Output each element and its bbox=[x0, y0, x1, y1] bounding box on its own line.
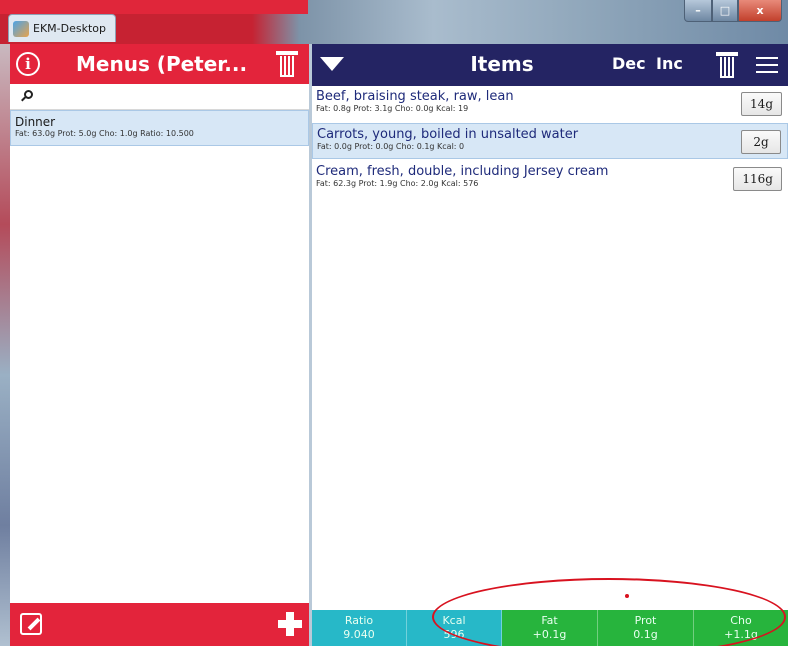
items-panel: Items Dec Inc Beef, braising steak, raw,… bbox=[312, 44, 788, 646]
maximize-button[interactable]: □ bbox=[712, 0, 738, 22]
increase-button[interactable]: Inc bbox=[656, 54, 683, 73]
window-title-tab: EKM-Desktop bbox=[8, 14, 116, 42]
stat-value: 0.1g bbox=[633, 628, 658, 641]
menu-item-detail: Fat: 63.0g Prot: 5.0g Cho: 1.0g Ratio: 1… bbox=[15, 129, 194, 138]
hamburger-icon[interactable] bbox=[756, 55, 778, 75]
delete-menu-trash-icon[interactable] bbox=[276, 51, 298, 77]
app-icon bbox=[13, 20, 29, 37]
menu-search-input[interactable] bbox=[38, 87, 298, 107]
item-quantity-button[interactable]: 14g bbox=[741, 92, 782, 116]
stat-value: +1.1g bbox=[724, 628, 758, 641]
stat-label: Kcal bbox=[442, 614, 466, 627]
item-name: Cream, fresh, double, including Jersey c… bbox=[316, 164, 609, 179]
stat-cho: Cho +1.1g bbox=[694, 610, 788, 646]
item-name: Beef, braising steak, raw, lean bbox=[316, 89, 514, 104]
window-titlebar: EKM-Desktop – □ x bbox=[0, 0, 788, 44]
item-quantity-button[interactable]: 116g bbox=[733, 167, 782, 191]
menus-title: Menus (Peter... bbox=[76, 52, 248, 76]
red-corner-decoration bbox=[0, 0, 308, 14]
close-button[interactable]: x bbox=[738, 0, 782, 22]
item-detail: Fat: 0.0g Prot: 0.0g Cho: 0.1g Kcal: 0 bbox=[317, 142, 465, 151]
stat-label: Cho bbox=[730, 614, 752, 627]
item-detail: Fat: 0.8g Prot: 3.1g Cho: 0.0g Kcal: 19 bbox=[316, 104, 469, 113]
minimize-button[interactable]: – bbox=[684, 0, 712, 22]
delete-item-trash-icon[interactable] bbox=[716, 52, 738, 78]
window-left-border bbox=[0, 44, 10, 646]
stat-ratio: Ratio 9.040 bbox=[312, 610, 407, 646]
item-row[interactable]: Cream, fresh, double, including Jersey c… bbox=[312, 161, 788, 197]
edit-icon[interactable] bbox=[20, 613, 42, 635]
item-detail: Fat: 62.3g Prot: 1.9g Cho: 2.0g Kcal: 57… bbox=[316, 179, 479, 188]
stat-label: Prot bbox=[634, 614, 657, 627]
search-icon bbox=[24, 90, 33, 99]
item-row[interactable]: Beef, braising steak, raw, lean Fat: 0.8… bbox=[312, 86, 788, 122]
menus-footer bbox=[10, 603, 309, 646]
menus-panel: i Menus (Peter... Dinner Fat: 63.0g Prot… bbox=[10, 44, 309, 646]
menus-header: i Menus (Peter... bbox=[10, 44, 309, 84]
stat-value: 596 bbox=[443, 628, 465, 641]
stat-value: +0.1g bbox=[532, 628, 567, 641]
window-title: EKM-Desktop bbox=[33, 22, 106, 35]
add-icon[interactable] bbox=[278, 612, 302, 636]
stat-prot: Prot 0.1g bbox=[598, 610, 694, 646]
annotation-dot bbox=[625, 594, 629, 598]
stat-label: Fat bbox=[541, 614, 558, 627]
decrease-button[interactable]: Dec bbox=[612, 54, 646, 73]
window-controls: – □ x bbox=[684, 0, 782, 22]
item-name: Carrots, young, boiled in unsalted water bbox=[317, 127, 579, 142]
menu-list-item[interactable]: Dinner Fat: 63.0g Prot: 5.0g Cho: 1.0g R… bbox=[10, 110, 309, 146]
menu-search-bar bbox=[10, 84, 309, 110]
stat-kcal: Kcal 596 bbox=[407, 610, 502, 646]
stat-label: Ratio bbox=[344, 614, 374, 627]
item-row[interactable]: Carrots, young, boiled in unsalted water… bbox=[312, 123, 788, 159]
nutrition-stats-bar: Ratio 9.040 Kcal 596 Fat +0.1g Prot 0.1g… bbox=[312, 610, 788, 646]
menu-item-name: Dinner bbox=[15, 115, 56, 129]
items-header: Items Dec Inc bbox=[312, 44, 788, 86]
info-icon[interactable]: i bbox=[16, 52, 40, 76]
stat-fat: Fat +0.1g bbox=[502, 610, 598, 646]
stat-value: 9.040 bbox=[343, 628, 375, 641]
item-quantity-button[interactable]: 2g bbox=[741, 130, 781, 154]
